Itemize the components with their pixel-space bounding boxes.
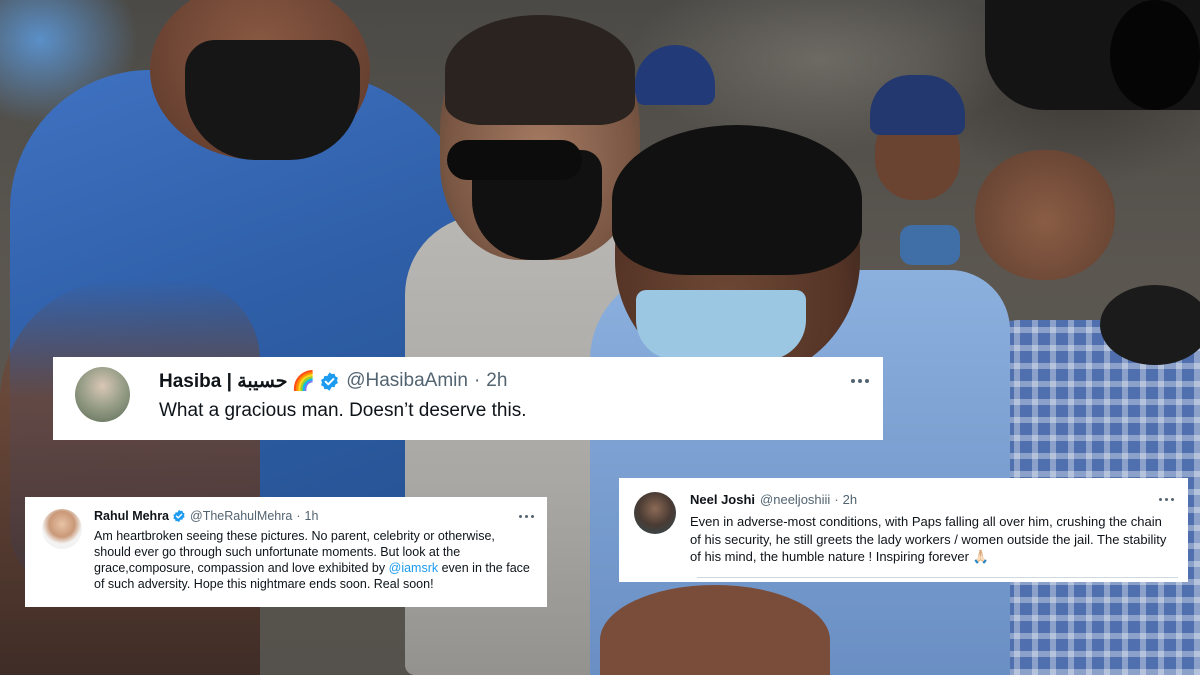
display-name[interactable]: Hasiba | حسيبة [159, 370, 288, 393]
more-options-icon[interactable] [519, 515, 534, 518]
more-options-icon[interactable] [851, 379, 869, 383]
divider [697, 577, 1178, 578]
handle[interactable]: @HasibaAmin [346, 370, 468, 392]
tweet-card-hasiba[interactable]: Hasiba | حسيبة 🌈 @HasibaAmin · 2h What a… [53, 357, 883, 440]
face-mask-shape [185, 40, 360, 160]
separator: · [296, 509, 301, 523]
timestamp[interactable]: 2h [486, 370, 507, 392]
hair-shape [445, 15, 635, 125]
arm-shape [0, 280, 260, 675]
avatar[interactable] [42, 509, 82, 549]
handle[interactable]: @TheRahulMehra [190, 509, 292, 523]
more-options-icon[interactable] [1159, 498, 1174, 501]
person-head-shape [975, 150, 1115, 280]
watch-shape [900, 225, 960, 265]
handle[interactable]: @neeljoshiii [760, 492, 830, 507]
timestamp[interactable]: 2h [843, 492, 857, 507]
verified-badge-icon [173, 509, 185, 523]
microphone-shape [1100, 285, 1200, 365]
hair-shape [612, 125, 862, 275]
display-name[interactable]: Rahul Mehra [94, 509, 169, 523]
tweet-card-neel[interactable]: Neel Joshi @neeljoshiii · 2h Even in adv… [619, 478, 1188, 582]
rainbow-emoji: 🌈 [291, 371, 316, 392]
separator: · [473, 370, 481, 391]
mention-link[interactable]: @iamsrk [389, 561, 439, 575]
avatar[interactable] [634, 492, 676, 534]
tweet-card-rahul[interactable]: Rahul Mehra @TheRahulMehra · 1h Am heart… [25, 497, 547, 607]
tweet-text: Am heartbroken seeing these pictures. No… [94, 528, 534, 592]
camera-lens-shape [1110, 0, 1200, 110]
tweet-header: Hasiba | حسيبة 🌈 @HasibaAmin · 2h [159, 369, 507, 393]
avatar[interactable] [75, 367, 130, 422]
sunglasses-shape [447, 140, 582, 180]
police-cap-shape [635, 45, 715, 105]
police-cap-shape [870, 75, 965, 135]
verified-badge-icon [321, 371, 339, 391]
face-mask-shape [636, 290, 806, 360]
tweet-header: Neel Joshi @neeljoshiii · 2h [690, 492, 857, 507]
timestamp[interactable]: 1h [305, 509, 319, 523]
separator: · [834, 492, 839, 507]
tweet-text: What a gracious man. Doesn’t deserve thi… [159, 400, 527, 421]
tweet-header: Rahul Mehra @TheRahulMehra · 1h [94, 509, 318, 523]
display-name[interactable]: Neel Joshi [690, 492, 755, 507]
tweet-text: Even in adverse-most conditions, with Pa… [690, 514, 1167, 564]
